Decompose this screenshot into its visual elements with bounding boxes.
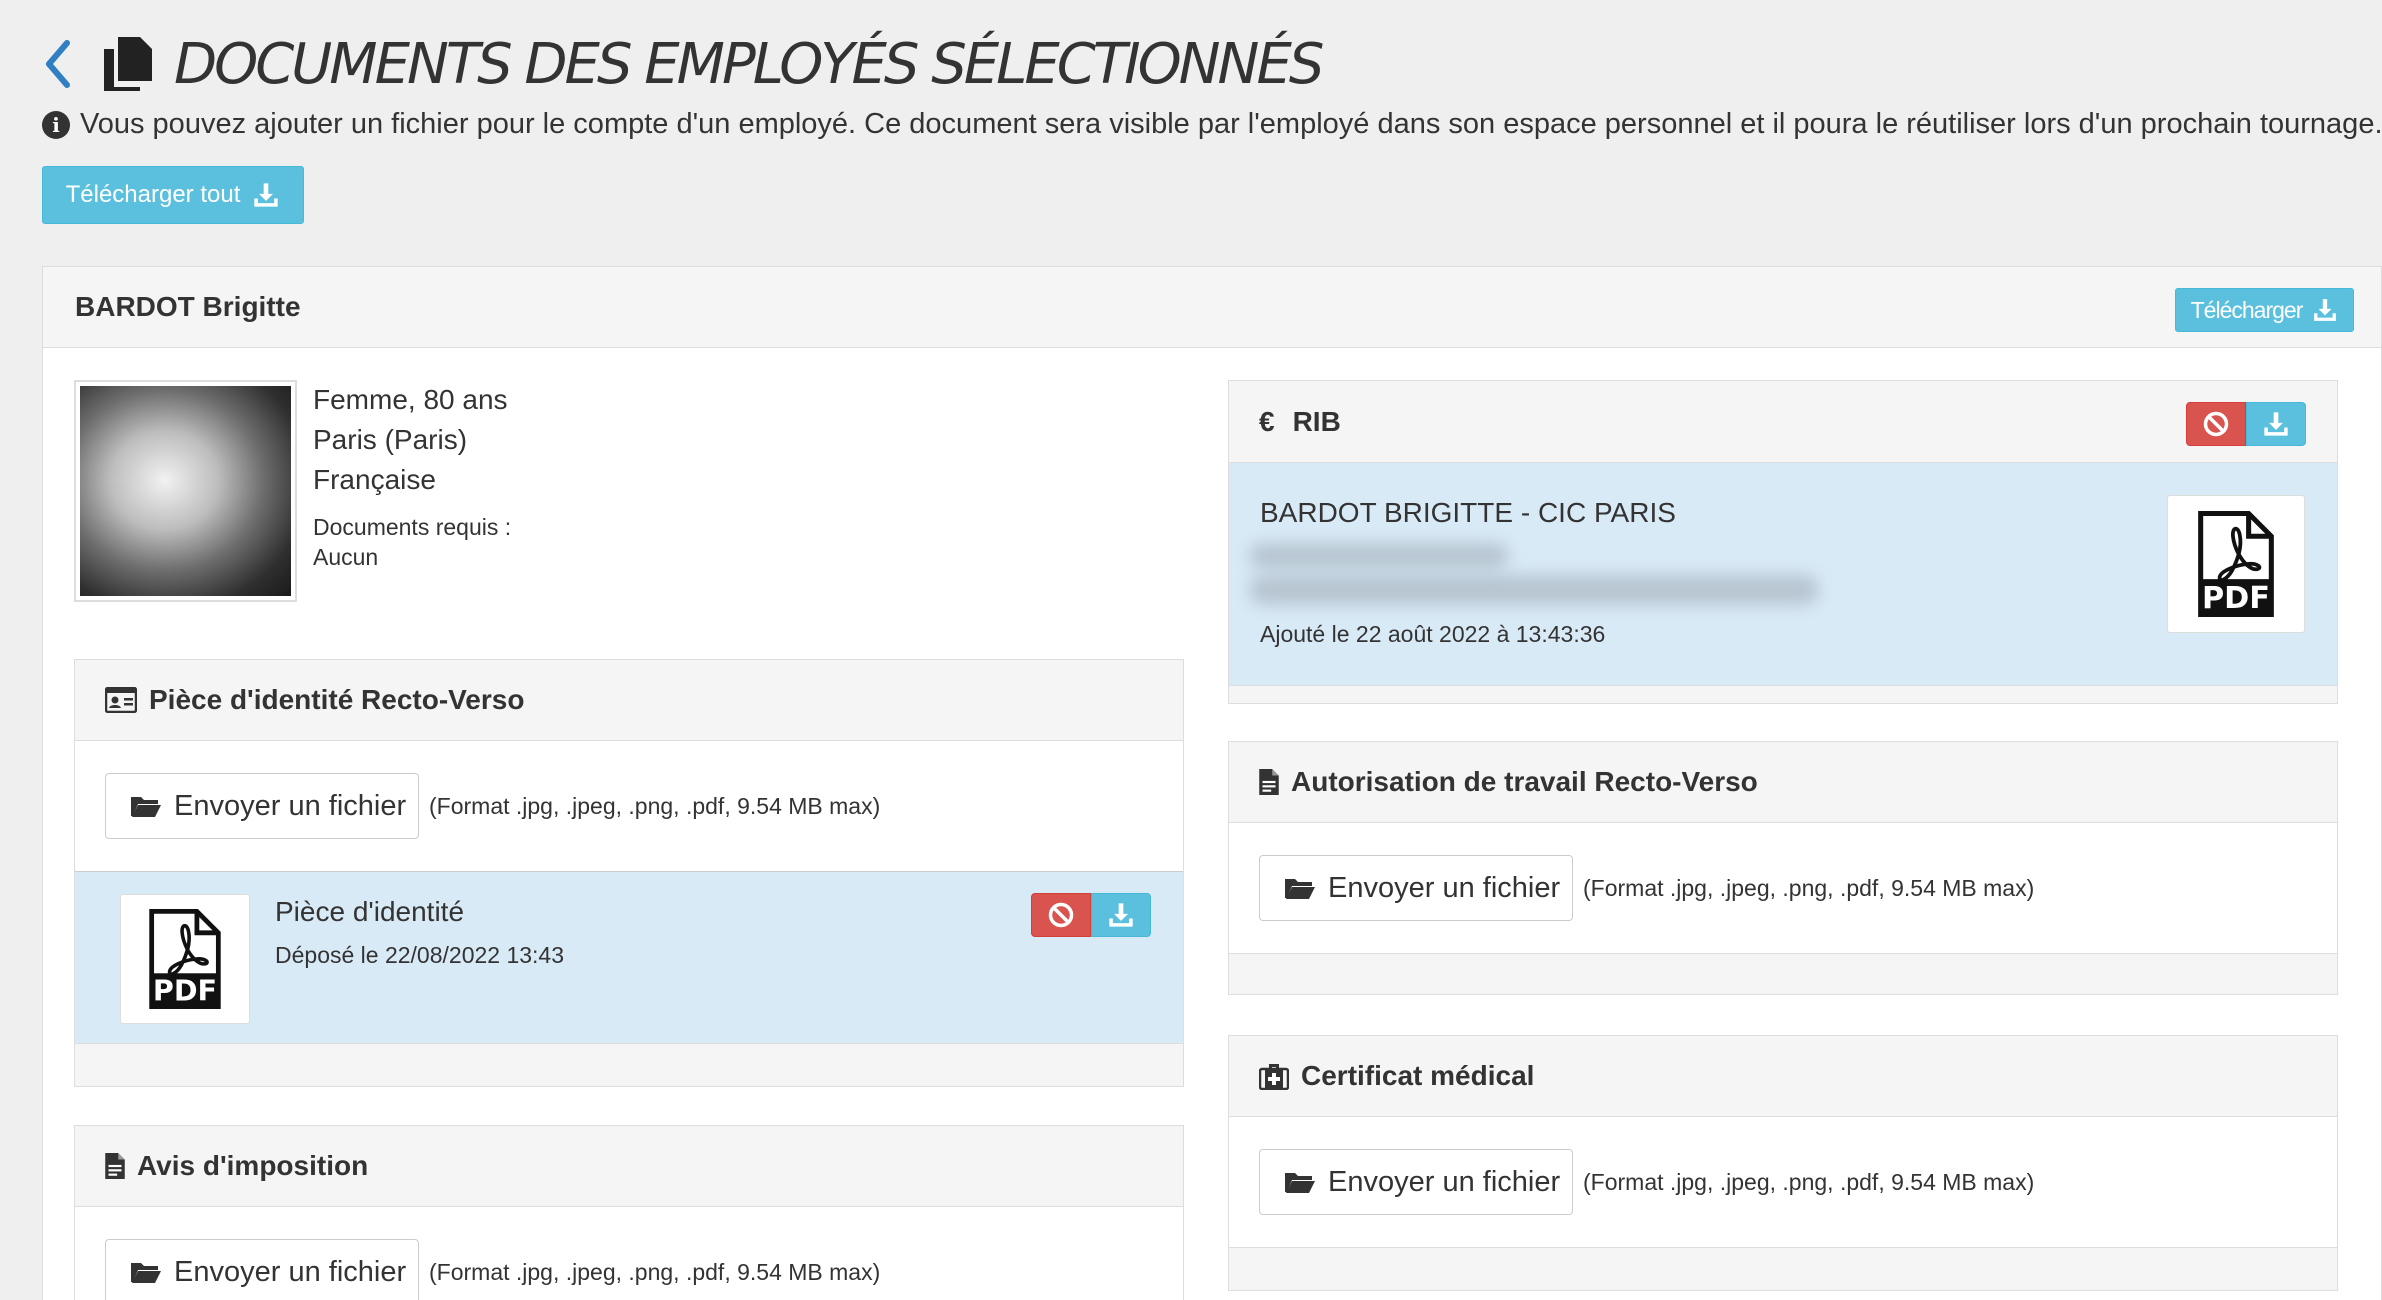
employee-nationality: Française (313, 464, 436, 495)
upload-tax-button[interactable]: Envoyer un fichier (105, 1239, 419, 1300)
download-file-button[interactable] (1091, 893, 1151, 937)
docs-required-label: Documents requis : (313, 514, 512, 540)
employee-info: Femme, 80 ans Paris (Paris) Française Do… (313, 380, 511, 572)
upload-id-label: Envoyer un fichier (174, 789, 407, 822)
employee-photo (74, 380, 297, 602)
panel-rib-title: RIB (1292, 405, 1341, 437)
panel-work-header: Autorisation de travail Recto-Verso (1229, 742, 2337, 823)
back-button[interactable] (38, 34, 78, 94)
pdf-icon (149, 909, 221, 1009)
employee-city: Paris (Paris) (313, 424, 468, 455)
panel-medical: Certificat médical Envoyer un fichier (F… (1228, 1035, 2338, 1291)
folder-open-icon (1284, 1170, 1316, 1194)
page-title: DOCUMENTS DES EMPLOYÉS SÉLECTIONNÉS (174, 31, 1324, 97)
upload-work-format: (Format .jpg, .jpeg, .png, .pdf, 9.54 MB… (1583, 874, 2035, 901)
info-text: Vous pouvez ajouter un fichier pour le c… (80, 108, 2382, 140)
panel-tax: Avis d'imposition Envoyer un fichier (Fo… (74, 1125, 1184, 1300)
download-icon (2312, 297, 2338, 323)
upload-medical-button[interactable]: Envoyer un fichier (1259, 1149, 1573, 1215)
upload-id-button[interactable]: Envoyer un fichier (105, 773, 419, 839)
download-rib-button[interactable] (2246, 402, 2306, 446)
panel-tax-header: Avis d'imposition (75, 1126, 1183, 1207)
folder-open-icon (130, 1260, 162, 1284)
file-date: Déposé le 22/08/2022 13:43 (275, 942, 565, 968)
panel-rib-header: € RIB (1229, 381, 2337, 463)
copy-icon (100, 35, 156, 93)
panel-medical-header: Certificat médical (1229, 1036, 2337, 1117)
file-name: Pièce d'identité (275, 896, 465, 927)
upload-tax-label: Envoyer un fichier (174, 1255, 407, 1288)
upload-work-label: Envoyer un fichier (1328, 871, 1561, 904)
redacted-bic (1249, 575, 1819, 605)
upload-medical-label: Envoyer un fichier (1328, 1165, 1561, 1198)
download-employee-label: Télécharger (2190, 296, 2304, 323)
download-all-button[interactable]: Télécharger tout (42, 166, 304, 224)
euro-icon: € (1259, 405, 1275, 437)
id-card-icon (105, 687, 137, 713)
ban-icon (2202, 410, 2230, 438)
panel-tax-title: Avis d'imposition (137, 1150, 369, 1181)
info-icon: i (42, 110, 70, 139)
pdf-thumbnail[interactable] (120, 894, 250, 1024)
pdf-icon (2198, 511, 2274, 617)
download-icon (1107, 901, 1135, 929)
folder-open-icon (1284, 876, 1316, 900)
panel-medical-title: Certificat médical (1301, 1060, 1535, 1091)
upload-id-format: (Format .jpg, .jpeg, .png, .pdf, 9.54 MB… (429, 792, 881, 819)
upload-work-button[interactable]: Envoyer un fichier (1259, 855, 1573, 921)
panel-work: Autorisation de travail Recto-Verso Envo… (1228, 741, 2338, 995)
rib-added: Ajouté le 22 août 2022 à 13:43:36 (1260, 621, 1606, 647)
delete-rib-button[interactable] (2186, 402, 2246, 446)
redacted-iban (1249, 543, 1509, 569)
file-row-rib: BARDOT BRIGITTE - CIC PARIS Ajouté le 22… (1229, 463, 2337, 685)
upload-tax-format: (Format .jpg, .jpeg, .png, .pdf, 9.54 MB… (429, 1258, 881, 1285)
delete-file-button[interactable] (1031, 893, 1091, 937)
docs-required-value: Aucun (313, 544, 379, 570)
download-all-label: Télécharger tout (65, 181, 241, 208)
rib-holder: BARDOT BRIGITTE - CIC PARIS (1260, 497, 1676, 528)
panel-rib: € RIB BARDOT BRIGITTE - CIC PARIS Ajouté… (1228, 380, 2338, 704)
employee-name: BARDOT Brigitte (75, 291, 301, 322)
employee-card-header: BARDOT Brigitte (42, 266, 2382, 348)
folder-open-icon (130, 794, 162, 818)
download-employee-button[interactable]: Télécharger (2175, 288, 2354, 332)
medkit-icon (1259, 1062, 1289, 1090)
info-message: i Vous pouvez ajouter un fichier pour le… (42, 108, 2382, 141)
download-icon (252, 181, 280, 209)
ban-icon (1047, 901, 1075, 929)
file-icon (105, 1153, 125, 1179)
download-icon (2262, 410, 2290, 438)
employee-gender-age: Femme, 80 ans (313, 384, 508, 415)
file-row-id: Pièce d'identité Déposé le 22/08/2022 13… (75, 871, 1183, 1043)
file-icon (1259, 769, 1279, 795)
panel-id-title: Pièce d'identité Recto-Verso (149, 684, 525, 715)
pdf-thumbnail[interactable] (2167, 495, 2305, 633)
panel-work-title: Autorisation de travail Recto-Verso (1291, 766, 1758, 797)
panel-id-header: Pièce d'identité Recto-Verso (75, 660, 1183, 741)
page-header: DOCUMENTS DES EMPLOYÉS SÉLECTIONNÉS (38, 28, 1324, 100)
chevron-left-icon (46, 40, 70, 88)
panel-id: Pièce d'identité Recto-Verso Envoyer un … (74, 659, 1184, 1087)
upload-medical-format: (Format .jpg, .jpeg, .png, .pdf, 9.54 MB… (1583, 1168, 2035, 1195)
